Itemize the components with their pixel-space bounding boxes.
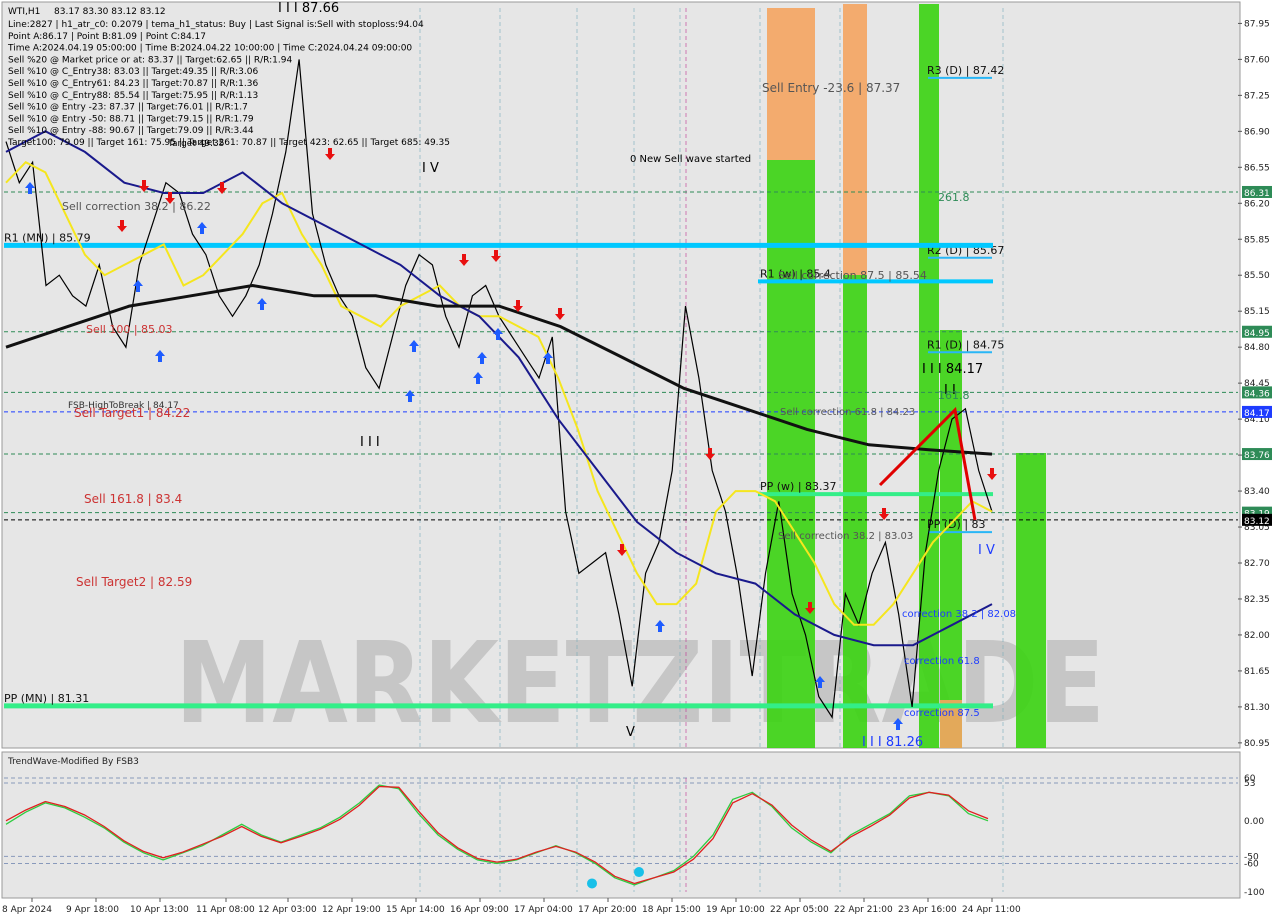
indicator-panel: [1, 751, 1241, 899]
pivot-level-label: R3 (D) | 87.42: [927, 64, 1004, 77]
x-axis-label: 9 Apr 18:00: [66, 905, 119, 915]
chart-annotation: I I I 84.17: [922, 362, 983, 377]
x-axis-label: 19 Apr 10:00: [706, 905, 765, 915]
info-line: Sell %20 @ Market price or at: 83.37 || …: [8, 55, 292, 65]
osc-y-label: -60: [1244, 860, 1259, 870]
y-axis-label: 81.30: [1244, 703, 1270, 713]
info-line: Sell %10 @ Entry -88: 90.67 || Target:79…: [8, 126, 254, 136]
ohlc-label: 83.17 83.30 83.12 83.12: [54, 7, 166, 17]
price-tag-label: 83.12: [1244, 517, 1270, 527]
price-tag-label: 83.76: [1244, 451, 1270, 461]
chart-annotation: Sell correction 61.8 | 84.23: [780, 407, 915, 418]
chart-annotation: Sell correction 87.5 | 85.54: [778, 269, 927, 282]
osc-signal-dot: [587, 878, 597, 889]
y-axis-label: 87.95: [1244, 19, 1270, 29]
x-axis-label: 23 Apr 16:00: [898, 905, 957, 915]
chart-annotation: I I I 81.26: [862, 735, 923, 750]
y-axis-label: 80.95: [1244, 739, 1270, 749]
chart-annotation: Sell Target1 | 84.22: [74, 406, 190, 420]
chart-annotation: correction 87.5: [904, 708, 980, 719]
pivot-level-label: PP (D) | 83: [927, 518, 986, 531]
price-tag-label: 86.31: [1244, 189, 1270, 199]
chart-annotation: Sell correction 38.2 | 83.03: [778, 531, 913, 542]
zone-bar: [843, 4, 867, 275]
chart-annotation: 0 New Sell wave started: [630, 154, 751, 165]
x-axis-label: 12 Apr 19:00: [322, 905, 381, 915]
y-axis-label: 82.00: [1244, 631, 1270, 641]
symbol-label: WTI,H1: [8, 7, 40, 17]
info-line: Sell %10 @ Entry -50: 88.71 || Target:79…: [8, 114, 254, 124]
y-axis-label: 85.15: [1244, 307, 1270, 317]
osc-y-label: 0.00: [1244, 817, 1264, 827]
y-axis-label: 85.85: [1244, 235, 1270, 245]
y-axis-label: 87.60: [1244, 55, 1270, 65]
indicator-title: TrendWave-Modified By FSB3: [7, 757, 139, 767]
pivot-level-label: PP (MN) | 81.31: [4, 692, 89, 705]
x-axis-label: 8 Apr 2024: [2, 905, 52, 915]
chart-annotation: Sell 161.8 | 83.4: [84, 492, 182, 506]
pivot-level-label: PP (w) | 83.37: [760, 480, 837, 493]
osc-signal-dot: [634, 867, 644, 878]
info-line: Line:2827 | h1_atr_c0: 0.2079 | tema_h1_…: [8, 20, 424, 30]
y-axis-label: 86.55: [1244, 163, 1270, 173]
info-line: Time A:2024.04.19 05:00:00 | Time B:2024…: [7, 44, 412, 54]
price-tag-label: 84.17: [1244, 409, 1270, 419]
chart-annotation: Sell 100 | 85.03: [86, 323, 173, 336]
y-axis-label: 86.90: [1244, 127, 1270, 137]
chart-annotation: I I I 87.66: [278, 1, 339, 16]
x-axis-label: 16 Apr 09:00: [450, 905, 509, 915]
chart-annotation: I V: [978, 543, 995, 558]
y-axis-label: 85.50: [1244, 271, 1270, 281]
watermark: MARKETZITRADE: [175, 619, 1105, 749]
osc-y-label: 53: [1244, 779, 1255, 789]
pivot-level-label: R1 (D) | 84.75: [927, 338, 1004, 351]
chart-annotation: correction 61.8: [904, 656, 980, 667]
osc-y-label: -100: [1244, 888, 1265, 898]
zone-bar: [843, 275, 867, 748]
x-axis-label: 18 Apr 15:00: [642, 905, 701, 915]
y-axis-label: 82.35: [1244, 595, 1270, 605]
price-tag-label: 84.95: [1244, 329, 1270, 339]
chart-annotation: 261.8: [938, 191, 970, 204]
x-axis-label: 17 Apr 04:00: [514, 905, 573, 915]
x-axis-label: 22 Apr 05:00: [770, 905, 829, 915]
chart-annotation: 161.8: [938, 389, 970, 402]
chart-annotation: I I I: [360, 435, 380, 450]
y-axis-label: 84.80: [1244, 343, 1270, 353]
chart-annotation: V: [626, 725, 635, 740]
y-axis-label: 81.65: [1244, 667, 1270, 677]
info-line: Sell %10 @ C_Entry88: 85.54 || Target:75…: [8, 91, 258, 101]
info-line: Point A:86.17 | Point B:81.09 | Point C:…: [8, 32, 206, 42]
x-axis-label: 12 Apr 03:00: [258, 905, 317, 915]
info-line: Sell %10 @ C_Entry38: 83.03 || Target:49…: [8, 67, 258, 77]
chart-annotation: correction 38.2 | 82.08: [902, 609, 1016, 620]
chart-annotation: Sell Entry -23.6 | 87.37: [762, 81, 900, 95]
y-axis-label: 87.25: [1244, 91, 1270, 101]
x-axis-label: 17 Apr 20:00: [578, 905, 637, 915]
x-axis-label: 11 Apr 08:00: [196, 905, 255, 915]
chart-annotation: I V: [422, 161, 439, 176]
trading-chart: MARKETZITRADE R3 (D) | 87.42R2 (D) | 85.…: [1, 1, 1272, 915]
chart-annotation: Sell Target2 | 82.59: [76, 575, 192, 589]
info-line: Sell %10 @ C_Entry61: 84.23 || Target:70…: [8, 79, 258, 89]
info-line: Sell %10 @ Entry -23: 87.37 || Target:76…: [8, 103, 248, 113]
price-tag-label: 84.36: [1244, 389, 1270, 399]
y-axis-label: 83.40: [1244, 487, 1270, 497]
y-axis-label: 86.20: [1244, 199, 1270, 209]
y-axis-label: 82.70: [1244, 559, 1270, 569]
x-axis-label: 22 Apr 21:00: [834, 905, 893, 915]
zone-bar: [1016, 453, 1046, 748]
x-axis-label: 24 Apr 11:00: [962, 905, 1021, 915]
x-axis-label: 15 Apr 14:00: [386, 905, 445, 915]
chart-annotation: Sell correction 38.2 | 86.22: [62, 200, 211, 213]
x-axis-label: 10 Apr 13:00: [130, 905, 189, 915]
info-line: Target100: 79.09 || Target 161: 75.95 ||…: [7, 138, 450, 148]
